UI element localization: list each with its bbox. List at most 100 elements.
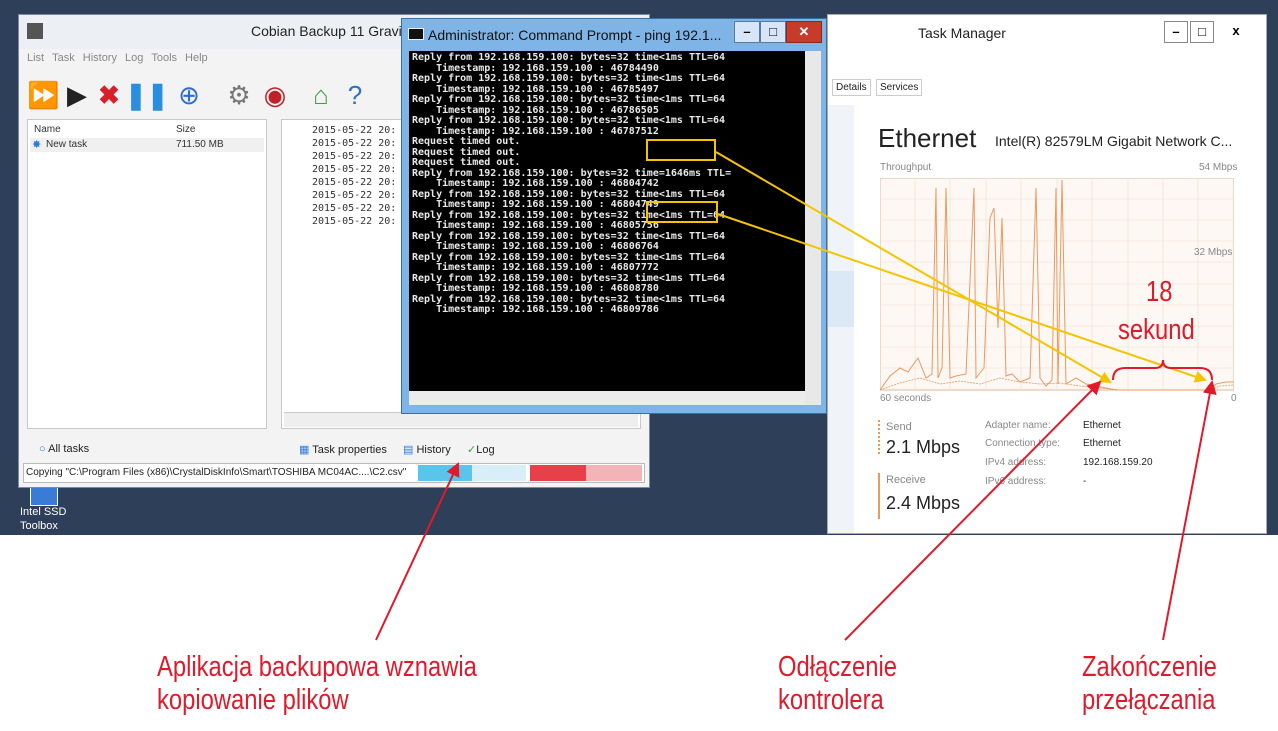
cmd-line: Reply from 192.168.159.100: bytes=32 tim…	[412, 52, 726, 63]
receive-indicator	[878, 473, 882, 519]
settings-icon[interactable]: ⚙	[223, 79, 255, 111]
cmd-line: Reply from 192.168.159.100: bytes=32 tim…	[412, 73, 726, 84]
tm-sidebar-item-selected[interactable]	[828, 271, 854, 327]
task-list-pane: Name Size ✸ New task 711.50 MB	[27, 119, 267, 429]
cobian-menubar: List Task History Log Tools Help	[27, 52, 216, 64]
cobian-window-title: Cobian Backup 11 Gravi	[251, 23, 402, 39]
tab-log[interactable]: ✓Log	[467, 443, 495, 456]
log-lines: 2015-05-22 20: 2015-05-22 20: 2015-05-22…	[312, 124, 396, 228]
throughput-zero-label: 0	[1231, 393, 1237, 404]
close-button[interactable]: ✕	[786, 21, 822, 43]
log-horizontal-scrollbar[interactable]	[284, 412, 638, 427]
menu-list[interactable]: List	[27, 52, 44, 64]
pause-icon[interactable]: ❚❚	[125, 79, 169, 111]
ethernet-heading: Ethernet	[878, 123, 977, 153]
menu-tools[interactable]: Tools	[151, 52, 177, 64]
throughput-graph	[880, 178, 1234, 391]
cmd-line: Timestamp: 192.168.159.100 : 46808780	[412, 283, 659, 294]
desktop-icon-intel-ssd[interactable]: Intel SSD Toolbox	[20, 484, 80, 534]
cmd-titlebar[interactable]: Administrator: Command Prompt - ping 192…	[402, 19, 826, 49]
cmd-line: Reply from 192.168.159.100: bytes=32 tim…	[412, 115, 726, 126]
progress-bar-file	[418, 465, 526, 481]
cmd-line: Request timed out.	[412, 136, 521, 147]
cmd-line: Timestamp: 192.168.159.100 : 46806764	[412, 241, 659, 252]
highlight-box-timestamp-before	[646, 139, 716, 161]
tm-minimize-button[interactable]: –	[1164, 21, 1188, 43]
task-size: 711.50 MB	[176, 139, 224, 150]
ipv6-key: IPv6 address:	[985, 476, 1047, 487]
log-line: 2015-05-22 20:	[312, 177, 397, 188]
help-icon[interactable]: ?	[339, 79, 371, 111]
receive-value: 2.4 Mbps	[886, 493, 961, 513]
throughput-mid-label: 32 Mbps	[1194, 247, 1233, 258]
log-line: 2015-05-22 20:	[312, 190, 397, 201]
ipv4-key: IPv4 address:	[985, 457, 1047, 468]
cmd-lines: Reply from 192.168.159.100: bytes=32 tim…	[409, 51, 805, 316]
connection-type-key: Connection type:	[985, 438, 1061, 449]
cobian-bottom-tabs: ○ All tasks ▦ Task properties ▤ History …	[27, 439, 647, 461]
progress-bar-total	[530, 465, 642, 481]
log-line: 2015-05-22 20:	[312, 125, 397, 136]
maximize-button[interactable]: □	[760, 21, 786, 43]
time-span-label: 60 seconds	[880, 393, 932, 404]
annotation-switch-line1: Zakończenie	[1082, 651, 1217, 683]
tm-titlebar[interactable]: Task Manager – □ x	[828, 15, 1266, 49]
tm-maximize-button[interactable]: □	[1190, 21, 1214, 43]
annotation-backup-line2: kopiowanie plików	[157, 684, 349, 716]
column-header-size[interactable]: Size	[176, 124, 195, 135]
menu-help[interactable]: Help	[185, 52, 208, 64]
tab-history[interactable]: ▤ History	[403, 443, 451, 456]
add-task-icon[interactable]: ⊕	[173, 79, 205, 111]
log-line: 2015-05-22 20:	[312, 138, 397, 149]
annotation-backup-line1: Aplikacja backupowa wznawia	[157, 651, 477, 683]
tab-task-properties-label: Task properties	[312, 444, 387, 456]
command-prompt-window: Administrator: Command Prompt - ping 192…	[401, 18, 827, 414]
send-indicator	[878, 420, 882, 454]
cmd-horizontal-scrollbar[interactable]	[409, 391, 805, 405]
log-line: 2015-05-22 20:	[312, 203, 397, 214]
cmd-vertical-scrollbar[interactable]	[805, 51, 821, 405]
progress-fill-file	[418, 465, 472, 481]
tab-details[interactable]: Details	[832, 79, 871, 96]
tab-services[interactable]: Services	[876, 79, 923, 96]
home-icon[interactable]: ⌂	[305, 79, 337, 111]
menu-log[interactable]: Log	[125, 52, 143, 64]
menu-task[interactable]: Task	[52, 52, 75, 64]
cmd-line: Timestamp: 192.168.159.100 : 46807772	[412, 262, 659, 273]
tab-log-label: Log	[476, 444, 495, 456]
tab-task-properties[interactable]: ▦ Task properties	[299, 443, 387, 456]
annotation-disconnect-line1: Odłączenie	[778, 651, 897, 683]
send-label: Send	[886, 421, 912, 433]
cmd-app-icon	[408, 28, 424, 40]
column-header-name[interactable]: Name	[34, 124, 61, 135]
tab-all-tasks-label: All tasks	[48, 443, 90, 455]
broadcast-icon[interactable]: ◉	[259, 79, 291, 111]
task-icon: ✸	[32, 139, 42, 151]
task-name: New task	[46, 139, 88, 150]
run-icon[interactable]: ▶	[61, 79, 93, 111]
adapter-name-value: Ethernet	[1083, 420, 1121, 431]
run-all-icon[interactable]: ⏩	[27, 79, 59, 111]
history-icon: ▤	[403, 444, 414, 456]
cmd-window-title: Administrator: Command Prompt - ping 192…	[428, 27, 722, 43]
receive-label: Receive	[886, 474, 926, 486]
tm-left-sidebar	[828, 105, 854, 533]
annotation-switch-line2: przełączania	[1082, 684, 1216, 716]
tm-close-button[interactable]: x	[1216, 21, 1256, 43]
tab-all-tasks[interactable]: ○ All tasks	[39, 443, 89, 455]
all-tasks-icon: ○	[39, 443, 46, 455]
menu-history[interactable]: History	[83, 52, 117, 64]
gap-unit: sekund	[1118, 314, 1195, 346]
connection-type-value: Ethernet	[1083, 438, 1121, 449]
cmd-line: Timestamp: 192.168.159.100 : 46809786	[412, 304, 659, 315]
task-row[interactable]: ✸ New task 711.50 MB	[30, 138, 264, 152]
desktop-icon-label: Intel SSD	[20, 506, 67, 518]
cancel-icon[interactable]: ✖	[93, 79, 125, 111]
minimize-button[interactable]: –	[734, 21, 760, 43]
cmd-console-output[interactable]: Reply from 192.168.159.100: bytes=32 tim…	[409, 51, 805, 405]
desktop-icon-label: Toolbox	[20, 520, 58, 532]
log-line: 2015-05-22 20:	[312, 151, 397, 162]
cmd-line: Reply from 192.168.159.100: bytes=32 tim…	[412, 94, 726, 105]
throughput-max-label: 54 Mbps	[1199, 162, 1238, 173]
log-icon: ✓	[467, 444, 477, 456]
